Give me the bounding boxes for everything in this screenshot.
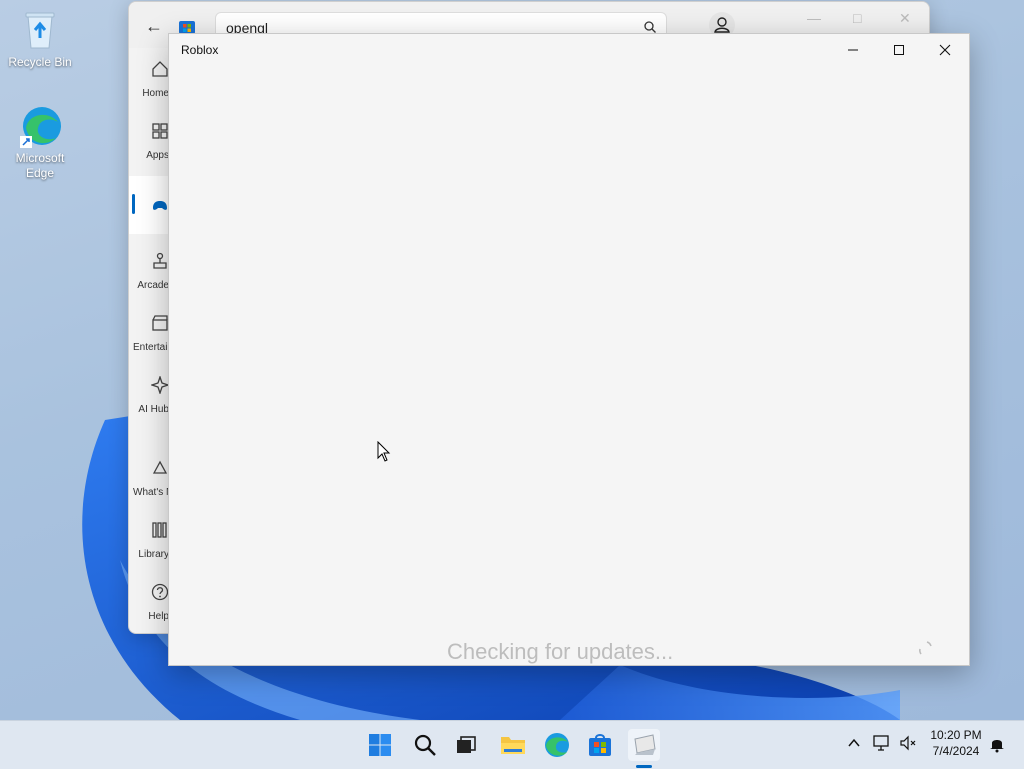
clock-time: 10:20 PM xyxy=(930,728,982,742)
sidebar-item-label: Arcade xyxy=(137,280,169,291)
network-status-button[interactable] xyxy=(873,735,891,756)
task-view-icon xyxy=(457,736,476,753)
file-explorer-icon xyxy=(501,737,525,754)
sidebar-item-arcade[interactable]: Arcade xyxy=(129,246,169,302)
search-icon xyxy=(414,734,436,756)
sidebar-item-gaming[interactable] xyxy=(129,176,169,234)
sidebar-item-help[interactable]: Help xyxy=(129,577,169,633)
file-explorer-button[interactable] xyxy=(497,729,529,761)
network-icon xyxy=(873,735,889,751)
close-icon xyxy=(939,44,951,56)
notification-bell-icon xyxy=(990,740,1004,753)
store-icon xyxy=(589,734,611,756)
library-icon xyxy=(152,522,167,538)
arcade-icon xyxy=(153,252,167,269)
minimize-icon xyxy=(848,49,858,51)
chevron-up-icon xyxy=(848,738,860,747)
mouse-cursor-icon xyxy=(377,441,391,462)
sidebar-item-label: What's New xyxy=(133,487,169,498)
store-close-button[interactable]: ✕ xyxy=(899,10,911,27)
store-logo-icon xyxy=(179,21,195,34)
desktop-icon-label: Microsoft Edge xyxy=(15,151,65,180)
volume-muted-icon xyxy=(900,735,916,751)
minimize-button[interactable] xyxy=(833,38,873,62)
sidebar-item-entertainment[interactable]: Entertainment xyxy=(129,308,169,364)
maximize-icon xyxy=(894,45,904,55)
back-arrow-icon[interactable]: ← xyxy=(145,16,163,37)
task-view-button[interactable] xyxy=(450,729,482,761)
store-minimize-button[interactable]: — xyxy=(807,10,821,26)
update-status-text: Checking for updates... xyxy=(447,639,674,664)
sidebar-item-label: Apps xyxy=(146,150,169,161)
start-button[interactable] xyxy=(364,729,396,761)
store-button[interactable] xyxy=(584,729,616,761)
sidebar-item-home[interactable]: Home xyxy=(129,54,169,110)
sidebar-item-label: Help xyxy=(148,611,169,622)
sidebar-item-library[interactable]: Library xyxy=(129,515,169,571)
maximize-button[interactable] xyxy=(879,38,919,62)
volume-button[interactable] xyxy=(899,735,917,756)
sidebar-item-ai-hub[interactable]: AI Hub xyxy=(129,370,169,426)
notifications-button[interactable] xyxy=(988,735,1006,758)
search-icon[interactable] xyxy=(644,21,656,33)
sidebar-item-apps[interactable]: Apps xyxy=(129,116,169,172)
roblox-button[interactable] xyxy=(628,729,660,761)
sidebar-item-label: Home xyxy=(142,88,169,99)
edge-button[interactable] xyxy=(541,729,573,761)
taskbar-clock[interactable]: 10:20 PM 7/4/2024 xyxy=(920,727,992,759)
taskbar: 10:20 PM 7/4/2024 xyxy=(0,720,1024,769)
store-maximize-button[interactable]: □ xyxy=(853,10,861,26)
help-icon xyxy=(151,583,169,601)
apps-icon xyxy=(152,123,168,139)
sidebar-item-label: Library xyxy=(138,549,169,560)
sidebar-item-whats-new[interactable]: What's New xyxy=(129,453,169,509)
desktop-icon-recycle-bin[interactable]: Recycle Bin xyxy=(0,8,80,70)
start-icon xyxy=(369,734,391,756)
roblox-window[interactable]: Roblox Checking for updates... xyxy=(168,33,970,666)
gamepad-icon xyxy=(153,201,167,210)
recycle-bin-icon xyxy=(18,8,62,52)
close-button[interactable] xyxy=(925,38,965,62)
store-sidebar: Home Apps Arcade Entertainment AI Hub Wh… xyxy=(129,48,169,633)
taskbar-search-button[interactable] xyxy=(409,729,441,761)
active-indicator xyxy=(132,194,135,214)
sparkle-icon xyxy=(151,376,169,394)
sidebar-item-label: AI Hub xyxy=(138,404,169,415)
desktop-icon-edge[interactable]: Microsoft Edge xyxy=(0,104,80,181)
home-icon xyxy=(152,61,168,77)
roblox-icon xyxy=(634,734,656,755)
edge-icon xyxy=(545,733,569,757)
clock-date: 7/4/2024 xyxy=(932,744,980,758)
desktop-icon-label: Recycle Bin xyxy=(8,55,72,69)
sidebar-item-label: Entertainment xyxy=(133,342,169,353)
edge-icon xyxy=(18,104,62,148)
show-hidden-icons-button[interactable] xyxy=(846,735,862,756)
window-title: Roblox xyxy=(181,43,219,57)
loading-spinner-icon xyxy=(919,641,932,655)
clapperboard-icon xyxy=(152,315,168,331)
bell-shape-icon xyxy=(152,460,168,474)
